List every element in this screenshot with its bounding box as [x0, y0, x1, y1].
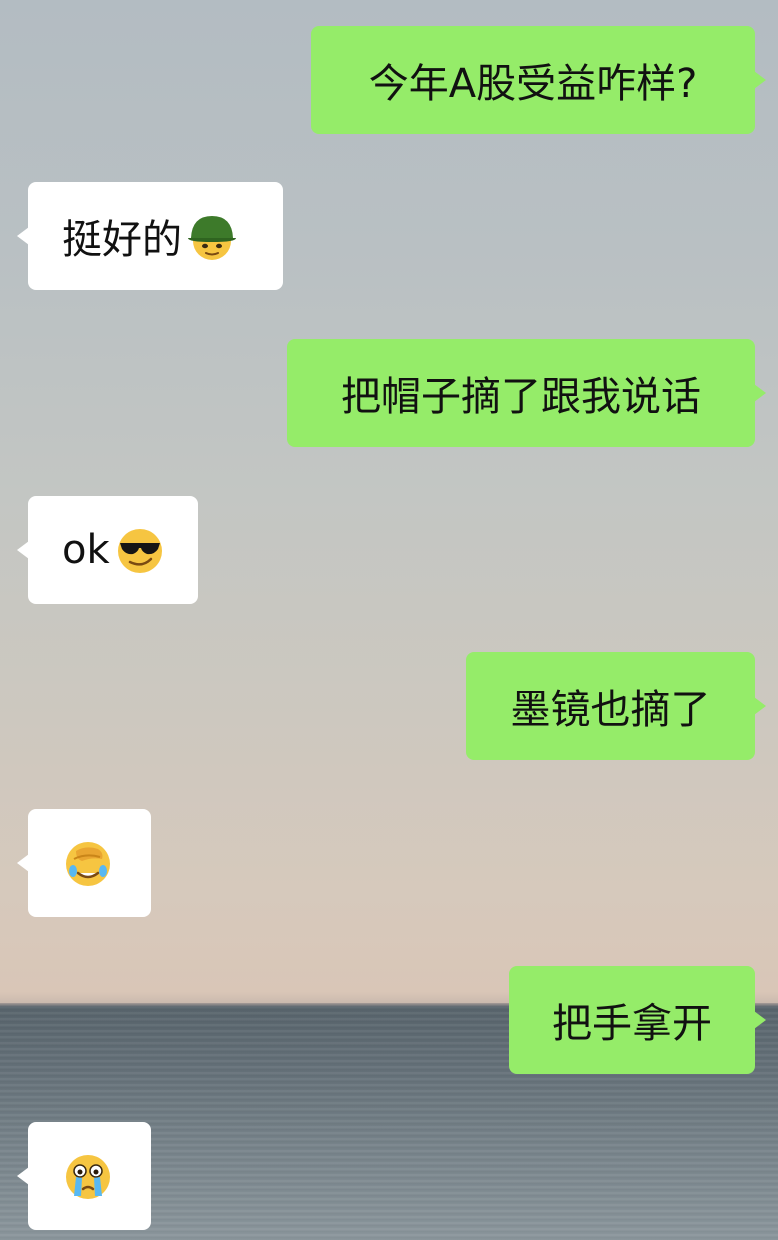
message-bubble-incoming[interactable]: 挺好的: [17, 182, 283, 290]
message-bubble-incoming[interactable]: [17, 1122, 151, 1230]
helmet-emoji-icon: [186, 210, 238, 262]
message-bubble-incoming[interactable]: ok: [17, 496, 198, 604]
message-bubble-outgoing[interactable]: 墨镜也摘了: [466, 652, 766, 760]
bubble-tail: [754, 1011, 766, 1029]
message-bubble-outgoing[interactable]: 把手拿开: [509, 966, 766, 1074]
message-text: 挺好的: [62, 217, 182, 263]
bubble-tail: [17, 541, 29, 559]
bubble-tail: [754, 697, 766, 715]
bubble-tail: [17, 227, 29, 245]
message-text: 把帽子摘了跟我说话: [341, 374, 701, 420]
bubble-tail: [754, 384, 766, 402]
message-text: 把手拿开: [552, 1001, 712, 1047]
message-bubble-incoming[interactable]: [17, 809, 151, 917]
message-text: 墨镜也摘了: [510, 687, 711, 733]
crying-emoji-icon: [62, 1150, 114, 1202]
bubble-tail: [17, 1167, 29, 1185]
bubble-tail: [17, 854, 29, 872]
sunglasses-emoji-icon: [114, 524, 166, 576]
message-bubble-outgoing[interactable]: 把帽子摘了跟我说话: [287, 339, 766, 447]
chat-message-list[interactable]: 今年A股受益咋样? 挺好的 把帽子摘了跟我说话 ok 墨镜也摘了 把手拿开: [0, 0, 778, 1240]
message-text: ok: [62, 527, 110, 573]
message-bubble-outgoing[interactable]: 今年A股受益咋样?: [311, 26, 766, 134]
bubble-tail: [754, 71, 766, 89]
message-text: 今年A股受益咋样?: [368, 61, 698, 107]
facepalm-emoji-icon: [62, 837, 114, 889]
